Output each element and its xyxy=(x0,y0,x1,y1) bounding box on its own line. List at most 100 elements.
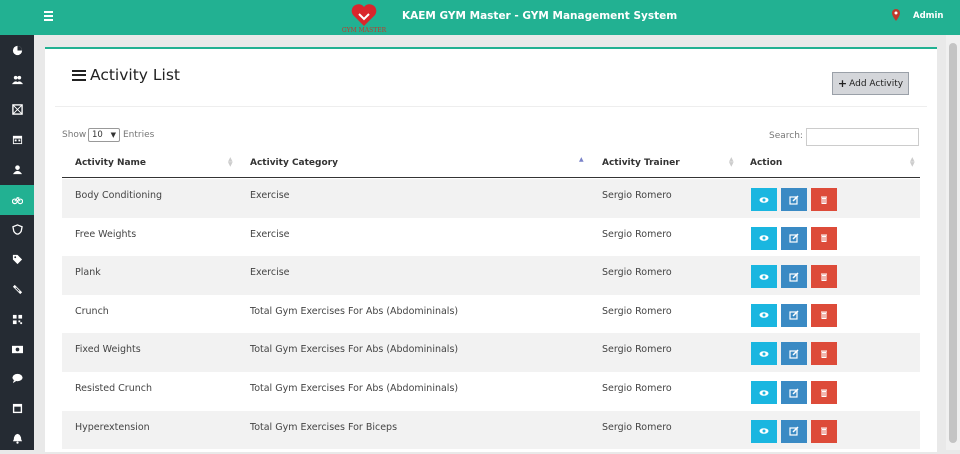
edit-button[interactable] xyxy=(781,342,807,366)
sidebar-item-ticket[interactable] xyxy=(0,274,34,304)
shield-icon xyxy=(11,224,23,235)
edit-button[interactable] xyxy=(781,303,807,327)
admin-user-menu[interactable]: Admin xyxy=(913,11,944,21)
trash-icon xyxy=(821,350,827,358)
sidebar-item-dashboard[interactable] xyxy=(0,35,34,65)
money-icon xyxy=(11,345,23,353)
table-row: Hyperextension Total Gym Exercises For Bi… xyxy=(62,410,920,450)
activity-trainer-cell: Sergio Romero xyxy=(602,228,672,240)
table-header: Activity Name ▲ ▼ Activity Category ▲ ▼ Ac… xyxy=(62,150,920,178)
trash-icon xyxy=(821,234,827,243)
delete-button[interactable] xyxy=(811,342,837,366)
trash-icon xyxy=(821,196,827,204)
sidebar-item-tag[interactable] xyxy=(0,244,34,274)
page-scrollbar[interactable] xyxy=(946,35,960,450)
sidebar-item-bell[interactable] xyxy=(0,424,34,454)
page-title-text: Activity List xyxy=(90,66,180,84)
show-label: Show xyxy=(62,130,87,140)
edit-icon xyxy=(789,426,799,436)
sort-icon[interactable]: ▲ ▼ xyxy=(228,157,233,168)
view-button[interactable] xyxy=(751,342,777,366)
delete-button[interactable] xyxy=(811,226,837,250)
view-button[interactable] xyxy=(751,381,777,404)
entries-select[interactable]: 10 ▼ xyxy=(88,128,120,142)
edit-icon xyxy=(789,233,799,243)
activity-category-cell: Exercise xyxy=(250,228,290,240)
eye-icon xyxy=(759,351,769,357)
trash-icon xyxy=(821,273,827,281)
sidebar-item-calendar[interactable] xyxy=(0,125,34,155)
heart-logo-icon xyxy=(351,4,377,26)
view-button[interactable] xyxy=(751,265,777,289)
sort-asc-icon[interactable]: ▲ ▼ xyxy=(579,157,584,168)
eye-icon xyxy=(759,273,769,280)
menu-toggle-icon[interactable] xyxy=(44,11,53,23)
sidebar-item-user[interactable] xyxy=(0,155,34,185)
trash-icon xyxy=(821,311,827,320)
table-row: Plank Exercise Sergio Romero xyxy=(62,256,920,295)
list-icon xyxy=(72,67,86,83)
sidebar-item-comment[interactable] xyxy=(0,364,34,394)
user-icon xyxy=(12,165,22,175)
entries-label: Entries xyxy=(123,130,155,140)
trash-icon xyxy=(821,389,827,397)
activity-category-cell: Total Gym Exercises For Biceps xyxy=(250,421,398,433)
activity-name-cell: Resisted Crunch xyxy=(75,383,153,394)
scrollbar-thumb[interactable] xyxy=(949,43,957,443)
app-title: KAEM GYM Master - GYM Management System xyxy=(402,10,678,22)
calendar-icon xyxy=(12,136,22,145)
sidebar-item-qrcode[interactable] xyxy=(0,304,34,334)
column-header-action: Action xyxy=(750,158,783,168)
comment-icon xyxy=(11,374,23,384)
activity-trainer-cell: Sergio Romero xyxy=(602,421,672,433)
edit-button[interactable] xyxy=(781,226,807,250)
chevron-down-icon: ▼ xyxy=(110,131,116,139)
view-button[interactable] xyxy=(751,419,777,443)
table-row: Body Conditioning Exercise Sergio Romero xyxy=(62,179,920,218)
column-header-activity-name[interactable]: Activity Name xyxy=(75,158,146,168)
edit-button[interactable] xyxy=(781,265,807,289)
eye-icon xyxy=(759,196,769,203)
gym-logo: GYM MASTER xyxy=(337,2,391,34)
column-header-activity-category[interactable]: Activity Category xyxy=(250,158,338,168)
edit-icon xyxy=(789,310,799,320)
eye-icon xyxy=(759,235,769,241)
sidebar-item-shield[interactable] xyxy=(0,214,34,244)
delete-button[interactable] xyxy=(811,188,837,211)
search-input[interactable] xyxy=(806,128,919,146)
activity-category-cell: Total Gym Exercises For Abs (Abdomininal… xyxy=(250,344,459,356)
edit-button[interactable] xyxy=(781,419,807,443)
table-row: Resisted Crunch Total Gym Exercises For A… xyxy=(62,372,920,411)
delete-button[interactable] xyxy=(811,303,837,327)
ticket-icon xyxy=(12,284,22,294)
eye-icon xyxy=(759,389,769,396)
sort-icon[interactable]: ▲ ▼ xyxy=(729,157,734,168)
edit-button[interactable] xyxy=(781,188,807,211)
sidebar-item-money[interactable] xyxy=(0,334,34,364)
sort-icon[interactable]: ▲ ▼ xyxy=(910,157,915,168)
delete-button[interactable] xyxy=(811,419,837,443)
edit-button[interactable] xyxy=(781,381,807,404)
view-button[interactable] xyxy=(751,226,777,250)
activity-trainer-cell: Sergio Romero xyxy=(602,344,672,356)
activity-name-cell: Free Weights xyxy=(75,228,137,240)
plus-icon: + xyxy=(837,77,848,90)
add-activity-button[interactable]: + Add Activity xyxy=(832,72,909,95)
column-header-activity-trainer[interactable]: Activity Trainer xyxy=(602,158,680,168)
tag-icon xyxy=(12,254,22,264)
view-button[interactable] xyxy=(751,188,777,211)
activity-name-cell: Fixed Weights xyxy=(75,344,141,356)
delete-button[interactable] xyxy=(811,381,837,404)
activity-category-cell: Exercise xyxy=(250,190,290,201)
sidebar-item-grid[interactable] xyxy=(0,95,34,125)
trash-icon xyxy=(821,427,827,436)
sidebar-item-users[interactable] xyxy=(0,65,34,95)
divider xyxy=(55,106,927,107)
edit-icon xyxy=(789,272,799,282)
dashboard-icon xyxy=(12,45,22,55)
sidebar-item-bicycle[interactable] xyxy=(0,184,34,215)
delete-button[interactable] xyxy=(811,265,837,289)
view-button[interactable] xyxy=(751,303,777,327)
sidebar-item-window[interactable] xyxy=(0,394,34,424)
eye-icon xyxy=(759,312,769,319)
